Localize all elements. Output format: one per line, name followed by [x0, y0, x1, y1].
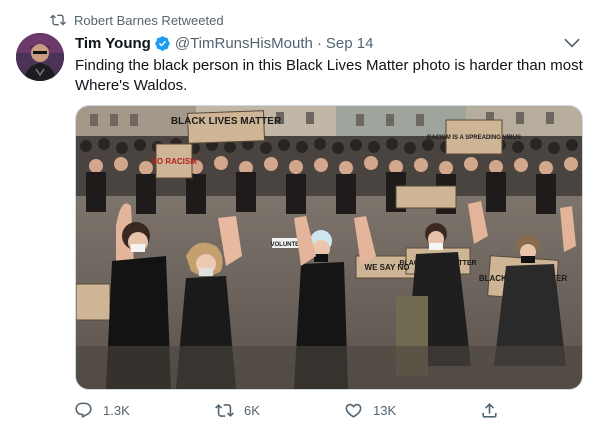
author-name[interactable]: Tim Young — [75, 35, 151, 52]
tweet-actions: 1.3K 6K 13K — [70, 398, 510, 422]
author-handle[interactable]: @TimRunsHisMouth — [175, 35, 313, 52]
tweet-date[interactable]: Sep 14 — [326, 35, 374, 52]
heart-icon — [345, 403, 362, 418]
reply-count: 1.3K — [103, 402, 130, 418]
reply-icon — [75, 402, 92, 418]
retweet-context-text: Robert Barnes Retweeted — [74, 12, 224, 28]
like-count: 13K — [373, 402, 397, 418]
avatar[interactable] — [16, 33, 64, 81]
share-icon — [482, 402, 497, 418]
retweet-icon — [50, 14, 66, 26]
tweet-header: Tim Young @TimRunsHisMouth · Sep 14 — [75, 33, 373, 53]
retweet-button[interactable]: 6K — [215, 398, 260, 422]
protest-sign-text: BLACK LIVES MATTER — [171, 116, 282, 127]
retweet-context[interactable]: Robert Barnes Retweeted — [50, 11, 224, 29]
reply-button[interactable]: 1.3K — [74, 398, 130, 422]
like-button[interactable]: 13K — [344, 398, 396, 422]
protest-sign-text: NO RACISM — [151, 157, 197, 166]
verified-badge-icon — [155, 35, 170, 51]
retweet-count: 6K — [244, 402, 260, 418]
protest-sign-text: RACISM IS A SPREADING VIRUS — [427, 135, 521, 141]
separator: · — [316, 34, 322, 52]
chevron-down-icon[interactable] — [562, 33, 582, 53]
share-button[interactable] — [480, 398, 509, 422]
tweet-text: Finding the black person in this Black L… — [75, 57, 583, 94]
tweet-photo[interactable]: BLACK LIVES MATTER NO RACISM RACISM IS A… — [75, 105, 583, 390]
retweet-icon — [215, 403, 234, 417]
